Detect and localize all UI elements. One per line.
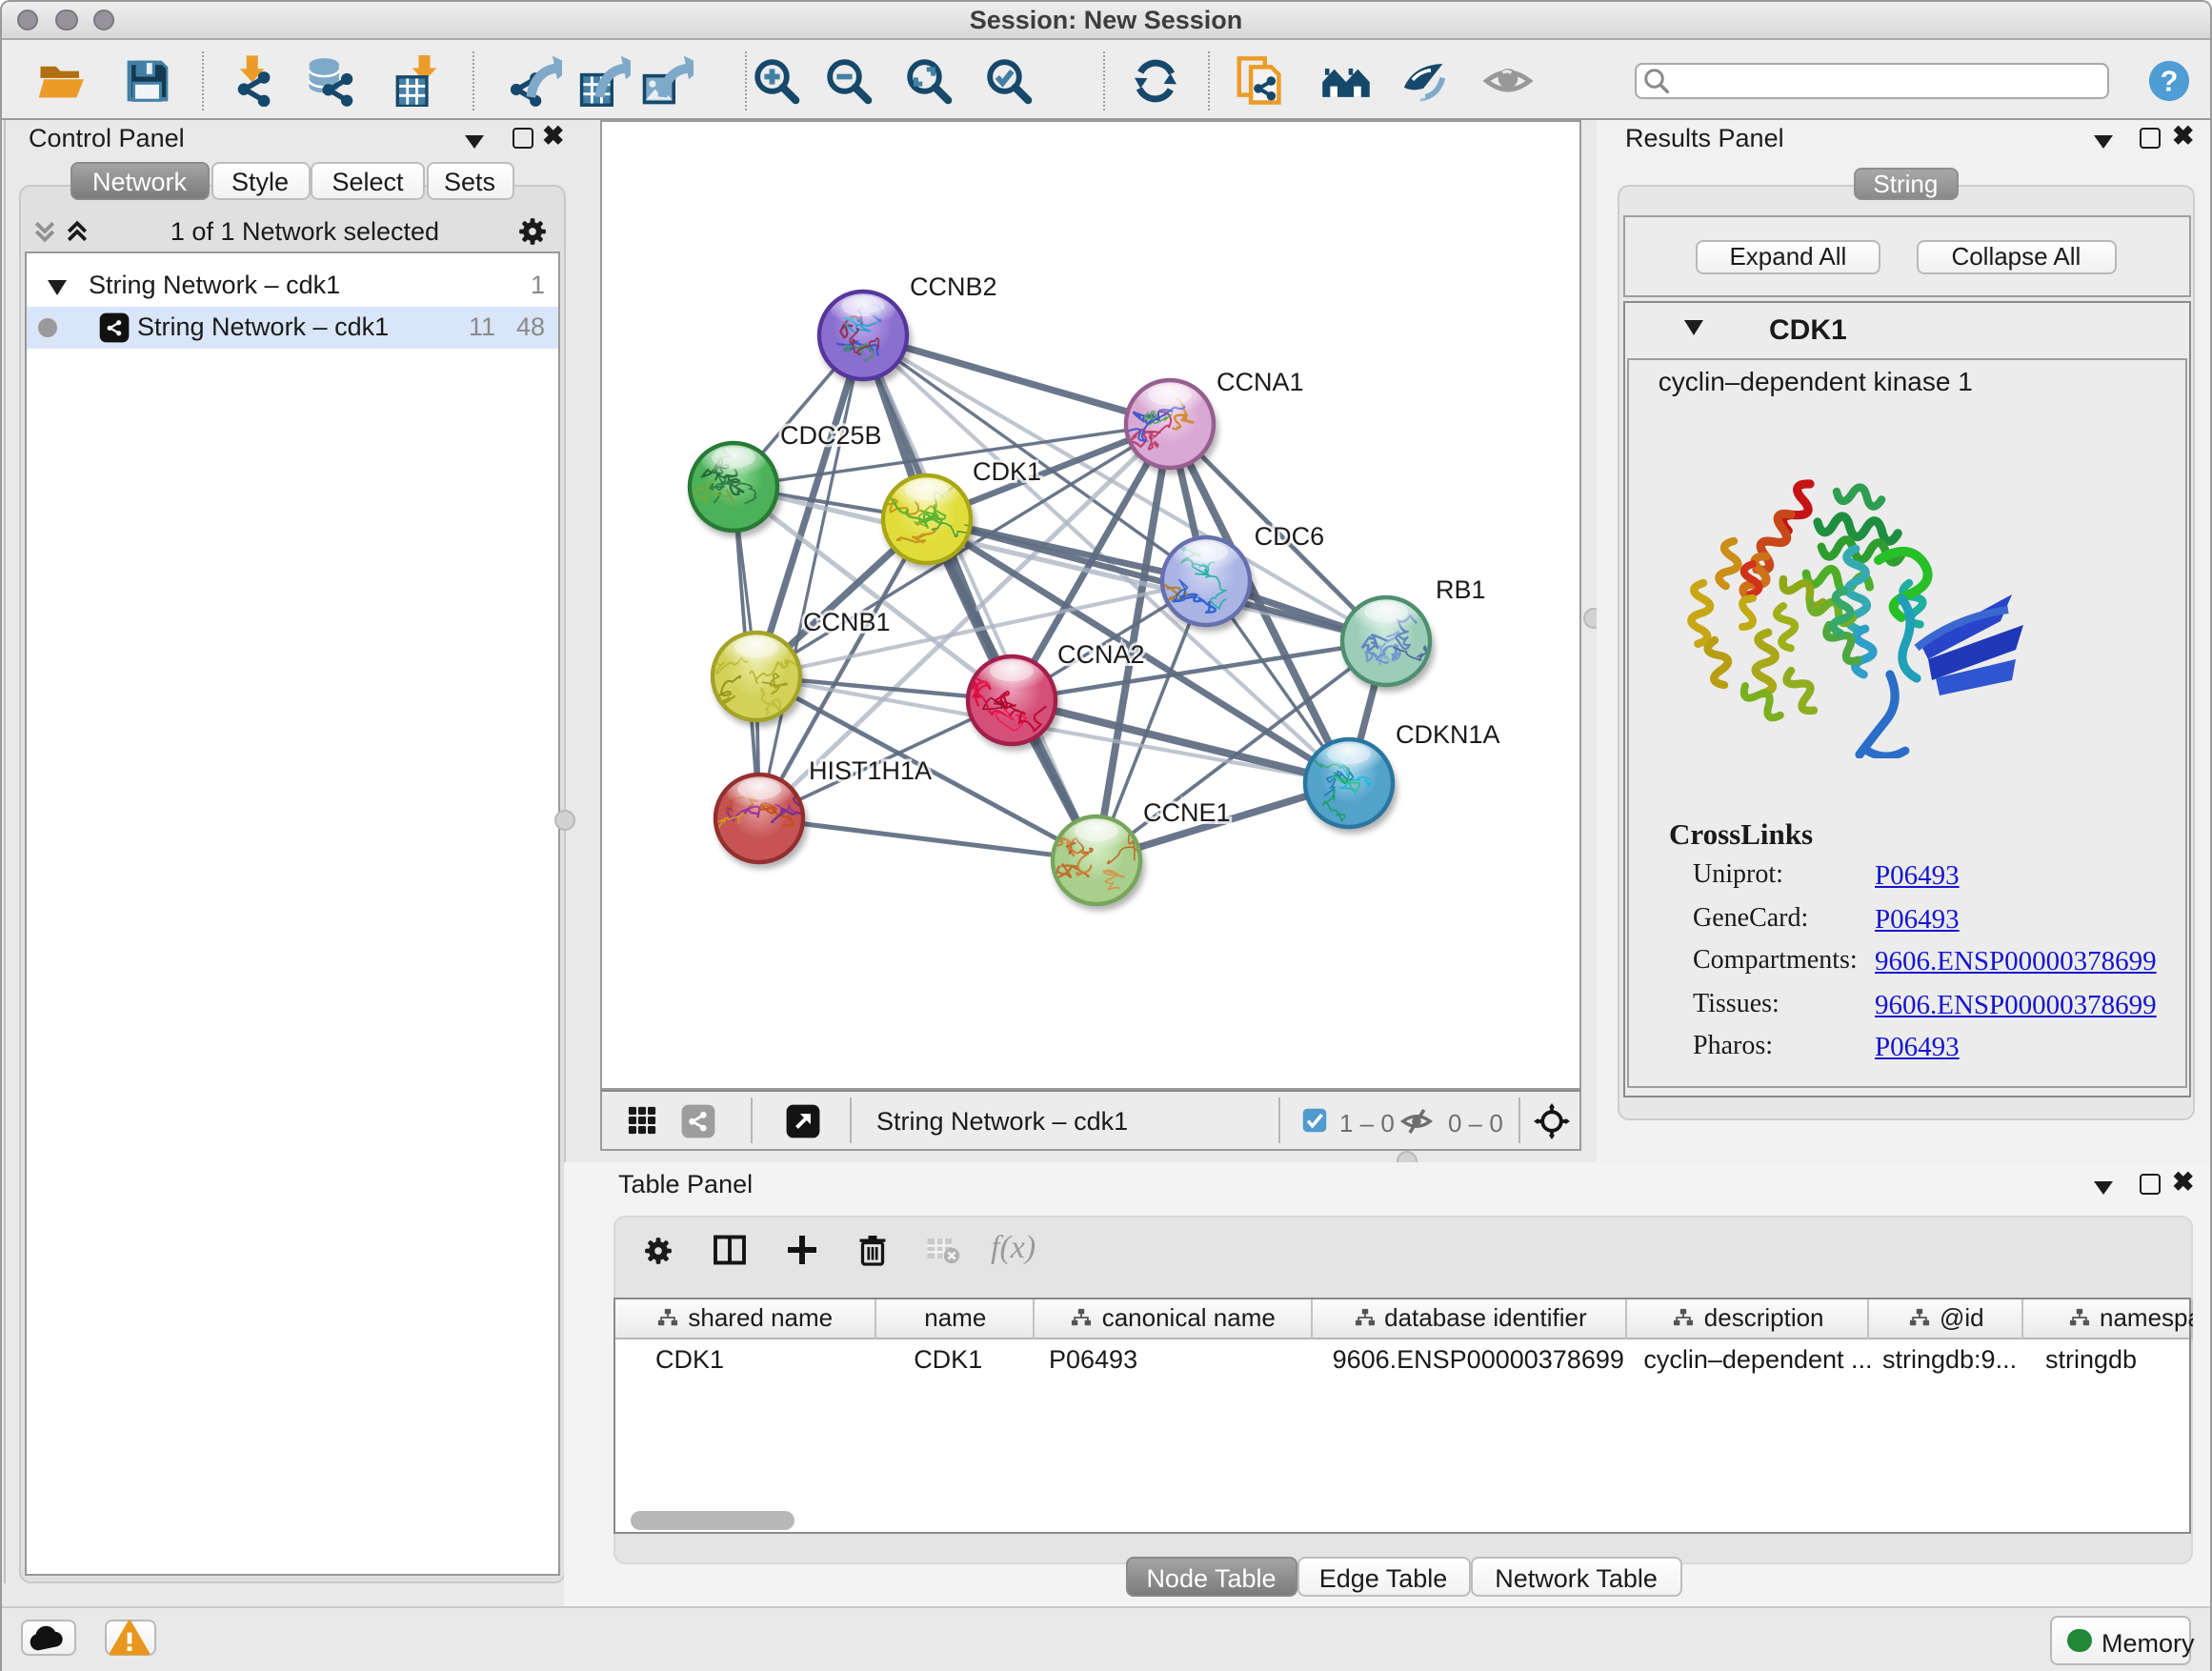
svg-text:CCNE1: CCNE1 [1142,797,1230,826]
svg-text:CDC6: CDC6 [1254,521,1324,550]
svg-text:CCNB1: CCNB1 [802,607,890,635]
svg-text:?: ? [2161,65,2179,97]
svg-text:CDK1: CDK1 [972,456,1040,485]
svg-text:CDC25B: CDC25B [779,420,881,449]
svg-text:HIST1H1A: HIST1H1A [808,755,931,784]
svg-text:CCNA2: CCNA2 [1056,639,1144,668]
svg-text:RB1: RB1 [1435,574,1485,603]
svg-text:CCNA1: CCNA1 [1216,367,1303,395]
svg-text:CDKN1A: CDKN1A [1395,719,1499,748]
svg-text:CCNB2: CCNB2 [909,272,996,300]
